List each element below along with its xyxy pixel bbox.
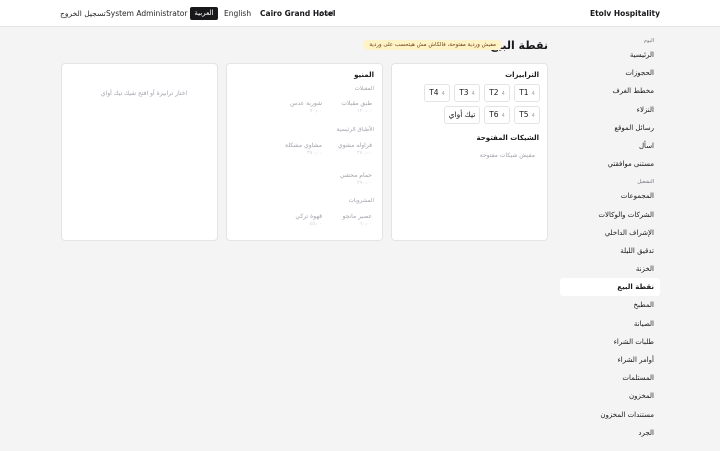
- sidebar-item-stocktake[interactable]: الجرد: [560, 424, 660, 442]
- sidebar-section-today: اليوم: [643, 38, 654, 44]
- sidebar-item-pos[interactable]: نقطة البيع: [560, 278, 660, 297]
- sidebar-item-site-messages[interactable]: رسائل الموقع: [560, 119, 660, 137]
- sidebar-item-receipts[interactable]: المستلمات: [560, 369, 660, 387]
- sidebar-item-pending-approval[interactable]: مستنى موافقتي: [560, 155, 660, 173]
- table-button-t6[interactable]: T6 4: [484, 106, 510, 124]
- menu-item[interactable]: شوربة عدس ٧٠٫٠٠: [290, 100, 322, 114]
- sidebar-section-operations: التشغيل: [637, 179, 654, 186]
- menu-item-price: ٣٨٠٫٠٠: [306, 150, 322, 156]
- menu-item-price: ٢٤٠٫٠٠: [356, 150, 372, 156]
- hotel-selector[interactable]: Cairo Grand Hotel: [260, 9, 336, 18]
- lang-arabic-button[interactable]: العربية: [190, 7, 218, 20]
- menu-card: المنيو المقبلات طبق مقبلات ١٢٠٫٠٠ شوربة ع…: [226, 63, 383, 241]
- open-checks-empty: مفيش شيكات مفتوحة: [479, 152, 535, 159]
- seat-count: 4: [501, 91, 505, 97]
- table-button-t5[interactable]: T5 4: [514, 106, 540, 124]
- sidebar-item-room-chart[interactable]: مخطط الغرف: [560, 82, 660, 100]
- sidebar-item-reservations[interactable]: الحجوزات: [560, 64, 660, 82]
- sidebar-item-inventory[interactable]: المخزون: [560, 387, 660, 405]
- menu-item[interactable]: فراوله مشوي ٢٤٠٫٠٠: [338, 142, 372, 156]
- menu-item[interactable]: عصير مانجو ٦٠٫٠٠: [343, 213, 373, 227]
- menu-category: المشروبات: [348, 198, 374, 204]
- menu-category: الأطباق الرئيسية: [336, 127, 374, 133]
- menu-item-price: ١٢٠٫٠٠: [356, 108, 372, 114]
- menu-item-price: ٧٠٫٠٠: [309, 108, 322, 114]
- open-checks-title: الشيكات المفتوحة: [476, 134, 539, 142]
- sidebar-item-guests[interactable]: النزلاء: [560, 101, 660, 119]
- seat-count: 4: [501, 113, 505, 119]
- sidebar-item-purchase-orders[interactable]: أوامر الشراء: [560, 351, 660, 369]
- seat-count: 4: [531, 91, 535, 97]
- menu-item[interactable]: قهوة تركي ٤٥٫٠٠: [295, 213, 322, 227]
- seat-count: 4: [531, 113, 535, 119]
- sidebar-item-housekeeping[interactable]: الإشراف الداخلي: [560, 224, 660, 242]
- brand-name: Etolv Hospitality: [589, 9, 660, 18]
- sidebar-item-maintenance[interactable]: الصيانة: [560, 315, 660, 333]
- tables-card: الترابيزات T1 4 T2 4 T3 4 T4 4 T5 4 T6 4 تيك أ…: [391, 63, 548, 241]
- tables-title: الترابيزات: [505, 71, 539, 79]
- sidebar-item-ask[interactable]: اسأل: [560, 137, 660, 155]
- menu-item[interactable]: مشاوي مشكلة ٣٨٠٫٠٠: [285, 142, 322, 156]
- seat-count: 4: [441, 91, 445, 97]
- sidebar-item-night-audit[interactable]: تدقيق الليلة: [560, 242, 660, 260]
- sidebar-item-companies[interactable]: الشركات والوكالات: [560, 206, 660, 224]
- table-button-takeaway[interactable]: تيك أواي: [444, 106, 480, 124]
- sidebar-item-home[interactable]: الرئيسية: [560, 46, 660, 64]
- menu-item-price: ٦٠٫٠٠: [359, 221, 372, 227]
- seat-count: 4: [471, 91, 475, 97]
- lang-english-button[interactable]: English: [224, 9, 251, 18]
- order-card: اختار ترابيزة أو افتح شيك تيك أواي: [61, 63, 218, 241]
- sidebar-item-kitchen[interactable]: المطبخ: [560, 296, 660, 314]
- sidebar-item-purchase-requests[interactable]: طلبات الشراء: [560, 333, 660, 351]
- order-empty-message: اختار ترابيزة أو افتح شيك تيك أواي: [100, 90, 187, 97]
- top-bar: Etolv Hospitality الفندق Cairo Grand Hot…: [0, 0, 720, 27]
- table-button-t2[interactable]: T2 4: [484, 84, 510, 102]
- sidebar-item-inventory-docs[interactable]: مستندات المخزون: [560, 406, 660, 424]
- table-button-t4[interactable]: T4 4: [424, 84, 450, 102]
- user-name: System Administrator: [106, 9, 188, 18]
- menu-category: المقبلات: [354, 86, 374, 92]
- sidebar-item-cashbox[interactable]: الخزنة: [560, 260, 660, 278]
- table-button-t1[interactable]: T1 4: [514, 84, 540, 102]
- menu-item[interactable]: طبق مقبلات ١٢٠٫٠٠: [341, 100, 372, 114]
- menu-item-price: ٢٩٠٫٠٠: [356, 180, 372, 186]
- sidebar: اليوم الرئيسية الحجوزات مخطط الغرف النزل…: [560, 36, 660, 442]
- menu-item[interactable]: حمام محشي ٢٩٠٫٠٠: [340, 172, 372, 186]
- sidebar-item-groups[interactable]: المجموعات: [560, 187, 660, 205]
- menu-title: المنيو: [354, 71, 374, 79]
- no-shift-warning: مفيش وردية مفتوحة، فالكاش مش هيتحسب على …: [363, 40, 502, 50]
- menu-item-price: ٤٥٫٠٠: [309, 221, 322, 227]
- table-button-t3[interactable]: T3 4: [454, 84, 480, 102]
- logout-link[interactable]: تسجيل الخروج: [60, 9, 106, 18]
